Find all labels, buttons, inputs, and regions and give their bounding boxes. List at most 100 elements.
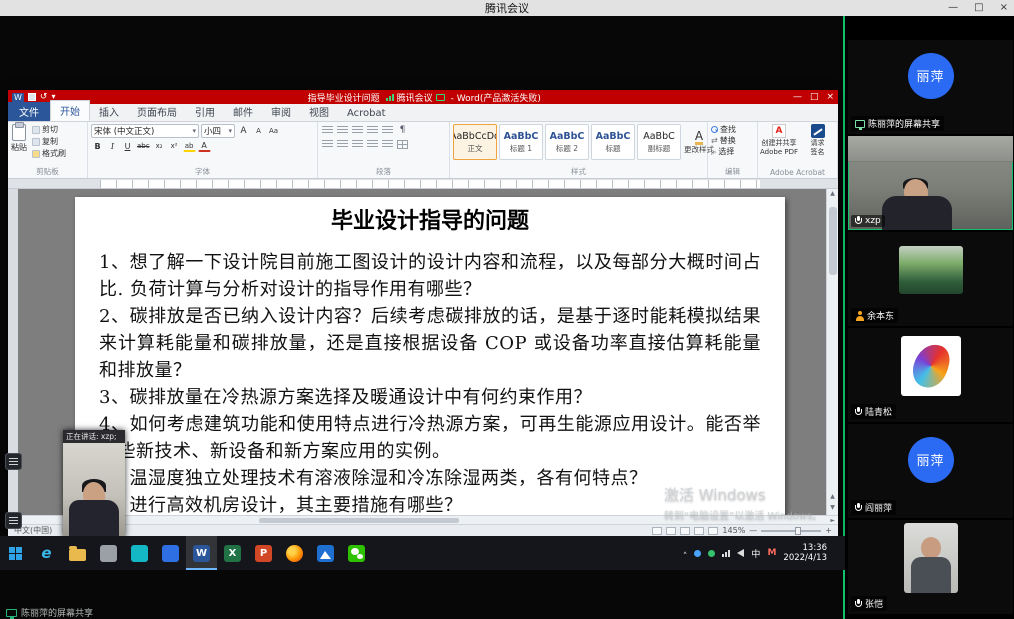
underline-button[interactable] — [121, 140, 134, 152]
shrink-font-button[interactable] — [252, 125, 265, 137]
participant-tile-screen-share[interactable]: 丽萍 陈丽萍的屏幕共享 — [848, 40, 1013, 134]
firefox-taskbar-icon[interactable] — [279, 536, 310, 570]
word-taskbar-icon[interactable] — [186, 536, 217, 570]
paste-button[interactable]: 粘贴 — [11, 124, 27, 159]
word-minimize-button[interactable]: — — [793, 92, 802, 102]
tab-review[interactable]: 审阅 — [262, 102, 300, 121]
participant-tile-xzp[interactable]: xzp — [848, 136, 1013, 230]
tray-app-icon[interactable] — [708, 550, 715, 557]
tab-references[interactable]: 引用 — [186, 102, 224, 121]
multilevel-list-icon[interactable] — [352, 126, 363, 135]
paragraph-mark-icon[interactable] — [396, 124, 409, 136]
taskbar-clock[interactable]: 13:36 2022/4/13 — [783, 543, 830, 563]
tab-acrobat[interactable]: Acrobat — [338, 106, 395, 121]
tab-insert[interactable]: 插入 — [90, 102, 128, 121]
scrollbar-thumb[interactable] — [829, 207, 837, 275]
increase-indent-icon[interactable] — [382, 126, 393, 135]
tab-home[interactable]: 开始 — [50, 100, 90, 121]
style-heading2[interactable]: AaBbC 标题 2 — [545, 124, 589, 160]
select-button[interactable]: 选择 — [711, 146, 754, 157]
italic-button[interactable] — [106, 140, 119, 152]
find-button[interactable]: 查找 — [711, 124, 754, 135]
justify-icon[interactable] — [367, 140, 378, 149]
maximize-button[interactable]: □ — [974, 0, 983, 16]
scroll-right-icon[interactable]: ► — [827, 517, 838, 524]
tray-app-icon[interactable] — [694, 550, 701, 557]
replace-button[interactable]: 替换 — [711, 135, 754, 146]
font-size-combo[interactable]: 小四 — [201, 124, 235, 138]
change-case-button[interactable] — [267, 125, 280, 137]
zoom-out-button[interactable]: — — [749, 526, 757, 535]
numbering-icon[interactable] — [337, 126, 348, 135]
zoom-slider-thumb[interactable] — [795, 527, 801, 535]
tray-expand-icon[interactable] — [683, 544, 688, 563]
start-button[interactable] — [0, 536, 31, 570]
participant-tile-yubendong[interactable]: 余本东 — [848, 232, 1013, 326]
app-taskbar-icon-1[interactable] — [93, 536, 124, 570]
document-page[interactable]: 毕业设计指导的问题 1、想了解一下设计院目前施工图设计的设计内容和流程，以及每部… — [75, 197, 785, 515]
highlight-color-button[interactable] — [183, 140, 196, 152]
subscript-button[interactable] — [153, 140, 166, 152]
strikethrough-button[interactable] — [136, 140, 151, 152]
volume-icon[interactable] — [737, 549, 744, 557]
next-page-icon[interactable]: ▼ — [830, 503, 835, 513]
excel-taskbar-icon[interactable] — [217, 536, 248, 570]
participant-tile-yanliping[interactable]: 丽萍 阎丽萍 — [848, 424, 1013, 518]
ime-indicator[interactable]: 中 — [751, 547, 760, 560]
print-layout-view-icon[interactable] — [652, 527, 662, 535]
participant-tile-luqingsong[interactable]: 陆青松 — [848, 328, 1013, 422]
zoom-slider[interactable] — [761, 530, 821, 532]
active-speaker-overlay[interactable]: 正在讲话: xzp; — [63, 430, 125, 538]
previous-page-icon[interactable]: ▲ — [830, 492, 835, 502]
member-panel-toggle-icon[interactable] — [5, 512, 22, 529]
borders-icon[interactable] — [397, 140, 408, 149]
format-painter-button[interactable]: 格式刷 — [32, 148, 66, 159]
decrease-indent-icon[interactable] — [367, 126, 378, 135]
participant-tile-zhangkai[interactable]: 张恺 — [848, 520, 1013, 614]
chat-panel-toggle-icon[interactable] — [5, 453, 22, 470]
tab-file[interactable]: 文件 — [8, 102, 50, 121]
undo-icon[interactable] — [40, 92, 48, 102]
grow-font-button[interactable] — [237, 125, 250, 137]
hscrollbar-thumb[interactable] — [259, 518, 459, 523]
photos-taskbar-icon[interactable] — [310, 536, 341, 570]
bullets-icon[interactable] — [322, 126, 333, 135]
style-normal[interactable]: AaBbCcDd 正文 — [453, 124, 497, 160]
close-button[interactable]: × — [1000, 0, 1008, 16]
bold-button[interactable] — [91, 140, 104, 152]
tab-page-layout[interactable]: 页面布局 — [128, 102, 186, 121]
word-close-button[interactable]: × — [826, 92, 834, 102]
tab-mailings[interactable]: 邮件 — [224, 102, 262, 121]
app-taskbar-icon-2[interactable] — [124, 536, 155, 570]
minimize-button[interactable]: — — [948, 0, 958, 16]
tab-view[interactable]: 视图 — [300, 102, 338, 121]
vertical-scrollbar[interactable]: ▲ ▲ ▼ — [826, 189, 838, 515]
word-restore-button[interactable]: □ — [810, 92, 819, 102]
wechat-taskbar-icon[interactable] — [341, 536, 372, 570]
align-left-icon[interactable] — [322, 140, 333, 149]
font-color-button[interactable] — [198, 140, 211, 152]
style-heading1[interactable]: AaBbC 标题 1 — [499, 124, 543, 160]
request-signature-button[interactable]: 请求 签名 — [801, 124, 834, 156]
save-icon[interactable] — [28, 93, 36, 101]
draft-view-icon[interactable] — [708, 527, 718, 535]
line-spacing-icon[interactable] — [382, 140, 393, 149]
scroll-up-icon[interactable]: ▲ — [830, 189, 835, 199]
web-layout-view-icon[interactable] — [680, 527, 690, 535]
style-title[interactable]: AaBbC 标题 — [591, 124, 635, 160]
style-subtitle[interactable]: AaBbC 副标题 — [637, 124, 681, 160]
outline-view-icon[interactable] — [694, 527, 704, 535]
zoom-level[interactable]: 145% — [722, 526, 745, 535]
tray-badge[interactable]: M — [767, 548, 776, 558]
font-family-combo[interactable]: 宋体 (中文正文) — [91, 124, 199, 138]
create-pdf-button[interactable]: 创建并共享 Adobe PDF — [761, 124, 797, 156]
fullscreen-view-icon[interactable] — [666, 527, 676, 535]
ie-taskbar-icon[interactable] — [31, 536, 62, 570]
superscript-button[interactable] — [168, 140, 181, 152]
powerpoint-taskbar-icon[interactable] — [248, 536, 279, 570]
align-center-icon[interactable] — [337, 140, 348, 149]
copy-button[interactable]: 复制 — [32, 136, 66, 147]
horizontal-ruler[interactable] — [8, 179, 838, 189]
app-taskbar-icon-3[interactable] — [155, 536, 186, 570]
zoom-in-button[interactable]: + — [825, 526, 832, 535]
